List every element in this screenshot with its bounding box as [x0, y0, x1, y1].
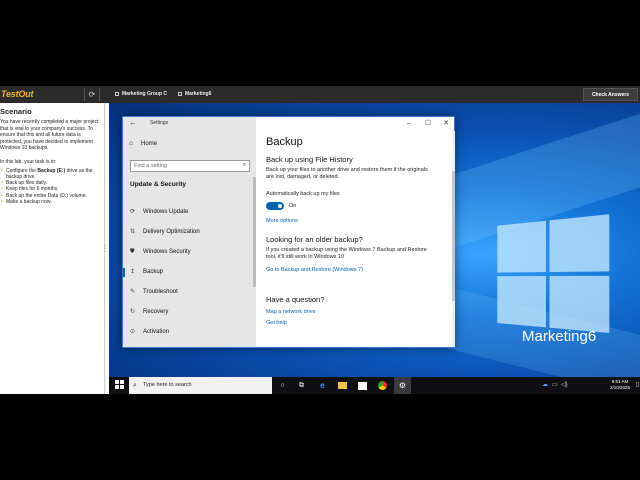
- edge-icon[interactable]: e: [316, 379, 329, 392]
- store-icon[interactable]: [356, 379, 369, 392]
- sidebar-scrollbar[interactable]: [253, 177, 256, 287]
- nav-delivery-optimization[interactable]: ⇅ Delivery Optimization: [123, 225, 254, 239]
- clock[interactable]: 9:51 AM 2/10/2025: [608, 379, 632, 391]
- nav-recovery[interactable]: ↻ Recovery: [123, 305, 254, 319]
- nav-backup[interactable]: ↥ Backup: [123, 265, 254, 279]
- notification-icon[interactable]: ▯: [636, 381, 639, 388]
- question-heading: Have a question?: [266, 295, 325, 304]
- home-link[interactable]: ⌂ Home: [129, 140, 157, 147]
- window-title: Settings: [150, 120, 169, 126]
- scenario-title: Scenario: [0, 107, 32, 116]
- scenario-panel: Scenario You have recently completed a m…: [0, 103, 105, 394]
- nav-activation[interactable]: ⊙ Activation: [123, 325, 254, 339]
- recovery-icon: ↻: [130, 309, 136, 315]
- backup-restore-link[interactable]: Go to Backup and Restore (Windows 7): [266, 267, 363, 273]
- machine-label: Marketing6: [185, 91, 212, 97]
- settings-taskbar-icon[interactable]: ⚙: [394, 377, 411, 394]
- settings-sidebar: ⌂ Home Find a setting ⌕ Update & Security…: [123, 117, 256, 347]
- testout-toolbar: TestOut ⟳ Marketing Group C Marketing6 C…: [0, 86, 640, 103]
- monitor-icon: [178, 91, 182, 96]
- back-arrow-icon[interactable]: ←: [129, 118, 137, 127]
- find-setting-input[interactable]: Find a setting ⌕: [130, 160, 250, 172]
- toggle-state-label: On: [289, 203, 297, 209]
- taskbar-search[interactable]: ⌕ Type here to search: [129, 377, 272, 394]
- computer-icon: [115, 91, 119, 96]
- taskbar-search-placeholder: Type here to search: [143, 382, 192, 388]
- sync-icon: ⟳: [130, 209, 136, 215]
- file-explorer-icon[interactable]: [336, 379, 349, 392]
- nav-windows-security[interactable]: ⛊ Windows Security: [123, 245, 254, 259]
- taskbar: ⌕ Type here to search ○ ⧉ e ⚙ ☁ ▭ ◁) 9:5…: [109, 377, 640, 394]
- group-selector[interactable]: Marketing Group C: [115, 86, 167, 103]
- shield-icon: ⛊: [130, 249, 135, 255]
- more-options-link[interactable]: More options: [266, 218, 298, 224]
- refresh-button[interactable]: ⟳: [84, 88, 100, 101]
- search-icon: ⌕: [242, 162, 246, 168]
- machine-selector[interactable]: Marketing6: [178, 86, 211, 103]
- find-setting-placeholder: Find a setting: [134, 163, 168, 169]
- section-title: Update & Security: [130, 181, 186, 188]
- nav-troubleshoot[interactable]: ✎ Troubleshoot: [123, 285, 254, 299]
- task-item: Configure the Backup (E:) drive as the b…: [0, 168, 102, 181]
- scenario-text: You have recently completed a major proj…: [0, 119, 99, 151]
- windows-logo: [497, 213, 622, 343]
- older-backup-description: If you created a backup using the Window…: [266, 247, 427, 260]
- get-help-link[interactable]: Get help: [266, 320, 287, 326]
- file-history-description: Back up your files to another drive and …: [266, 167, 428, 180]
- system-tray: ☁ ▭ ◁) 9:51 AM 2/10/2025 ▯: [538, 377, 639, 394]
- backup-page: Backup Back up using File History Back u…: [266, 117, 456, 347]
- search-icon: ⌕: [133, 382, 137, 389]
- file-history-heading: Back up using File History: [266, 155, 353, 164]
- network-icon[interactable]: ▭: [552, 381, 558, 388]
- desktop-machine-name: Marketing6: [522, 328, 597, 345]
- home-label: Home: [141, 141, 158, 147]
- onedrive-icon[interactable]: ☁: [542, 381, 548, 388]
- task-list: Configure the Backup (E:) drive as the b…: [0, 168, 102, 206]
- cortana-icon[interactable]: ○: [276, 379, 289, 392]
- map-network-drive-link[interactable]: Map a network drive: [266, 309, 316, 315]
- auto-backup-toggle[interactable]: [266, 202, 284, 210]
- backup-icon: ↥: [130, 269, 136, 275]
- delivery-icon: ⇅: [130, 229, 136, 235]
- wrench-icon: ✎: [130, 289, 136, 295]
- nav-windows-update[interactable]: ⟳ Windows Update: [123, 205, 254, 219]
- task-intro: In this lab, your task is to:: [0, 158, 57, 165]
- clock-date: 2/10/2025: [609, 385, 631, 390]
- group-label: Marketing Group C: [122, 91, 168, 97]
- older-backup-heading: Looking for an older backup?: [266, 235, 363, 244]
- start-button[interactable]: [115, 380, 125, 390]
- settings-window: ⌂ Home Find a setting ⌕ Update & Security…: [122, 116, 455, 348]
- activation-icon: ⊙: [130, 329, 136, 335]
- page-title: Backup: [266, 136, 303, 148]
- chrome-icon[interactable]: [376, 379, 389, 392]
- testout-logo: TestOut: [1, 89, 34, 99]
- task-item: Make a backup now.: [0, 199, 102, 206]
- task-view-icon[interactable]: ⧉: [295, 379, 308, 392]
- home-icon: ⌂: [129, 140, 134, 147]
- refresh-icon: ⟳: [88, 90, 96, 99]
- auto-backup-label: Automatically back up my files: [266, 191, 340, 197]
- content-scrollbar[interactable]: [452, 131, 455, 347]
- check-answers-button[interactable]: Check Answers: [582, 88, 638, 101]
- panel-splitter-handle[interactable]: · · ·: [104, 242, 106, 255]
- volume-icon[interactable]: ◁): [561, 381, 568, 388]
